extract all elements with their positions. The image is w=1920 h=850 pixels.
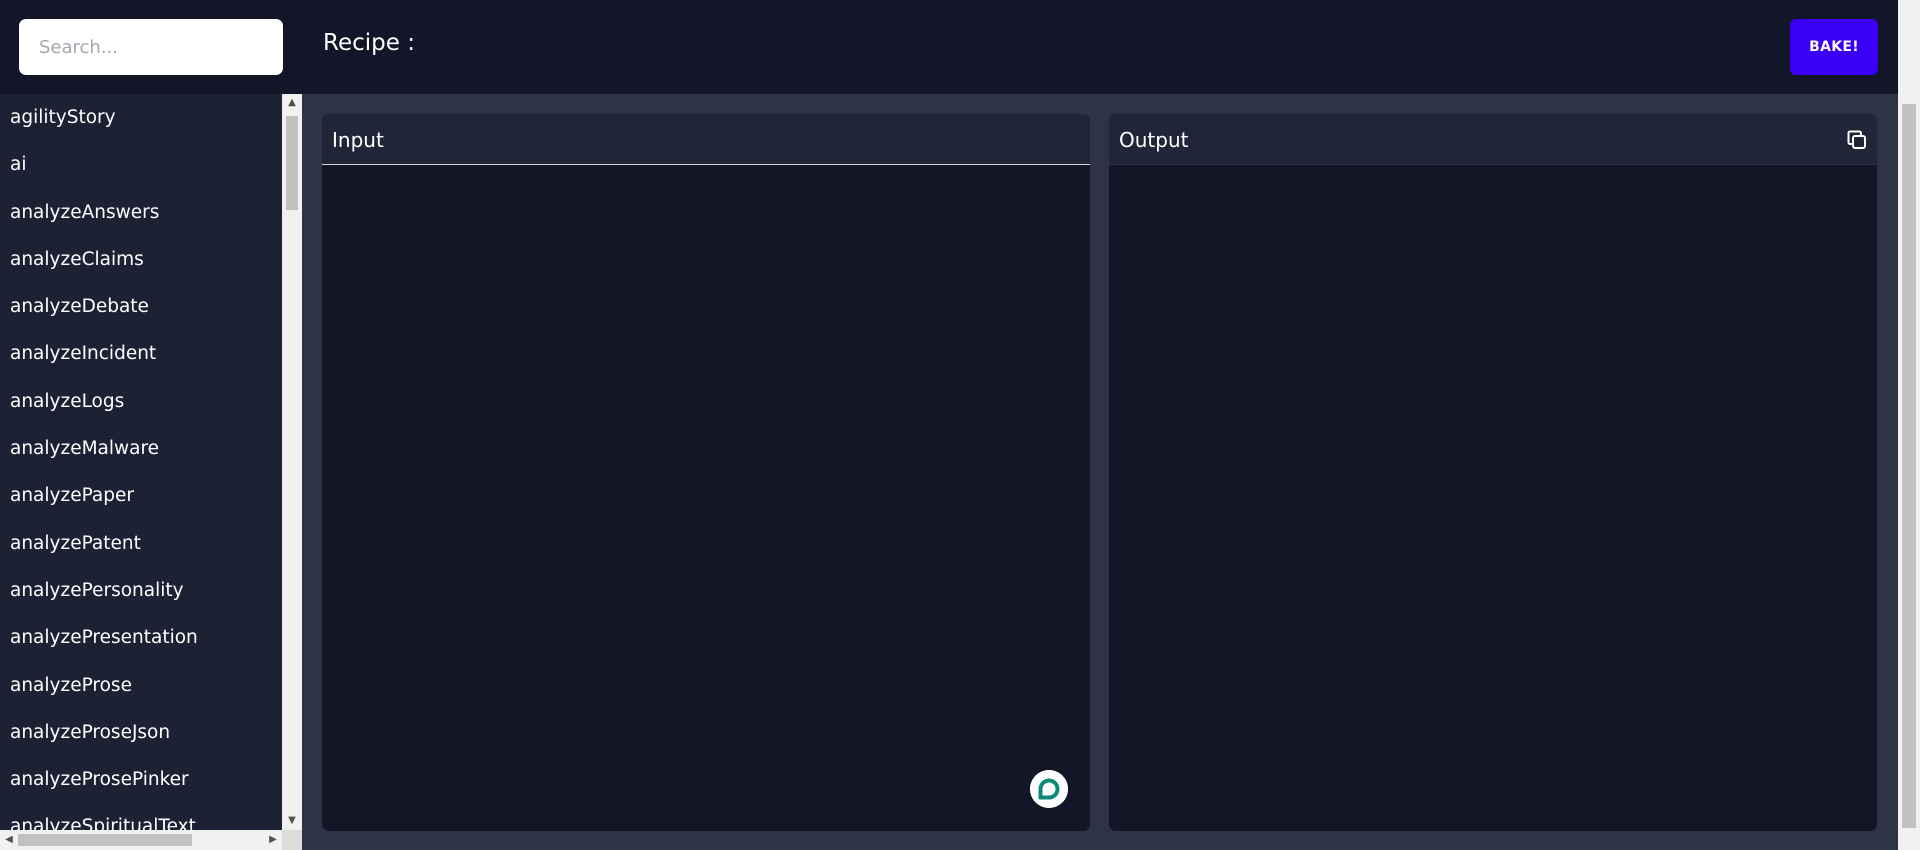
- scrollbar-thumb[interactable]: [1902, 104, 1916, 828]
- sidebar: agilityStoryaianalyzeAnswersanalyzeClaim…: [0, 0, 302, 850]
- sidebar-item[interactable]: analyzeIncident: [0, 330, 282, 377]
- sidebar-item[interactable]: analyzeLogs: [0, 378, 282, 425]
- sidebar-vertical-scrollbar[interactable]: ▲ ▼: [282, 94, 302, 830]
- sidebar-item[interactable]: analyzePatent: [0, 520, 282, 567]
- scrollbar-corner: [282, 830, 302, 850]
- sidebar-item[interactable]: analyzeAnswers: [0, 189, 282, 236]
- search-input[interactable]: [19, 19, 283, 75]
- input-textarea[interactable]: [322, 166, 1090, 831]
- app-root: agilityStoryaianalyzeAnswersanalyzeClaim…: [0, 0, 1920, 850]
- search-area: [0, 0, 302, 94]
- sidebar-item[interactable]: analyzeSpiritualText: [0, 803, 282, 830]
- sidebar-item[interactable]: analyzeProsePinker: [0, 756, 282, 803]
- chat-bubble-icon[interactable]: [1030, 770, 1068, 808]
- output-panel-body: [1109, 166, 1877, 831]
- sidebar-item[interactable]: analyzeProseJson: [0, 709, 282, 756]
- sidebar-item[interactable]: analyzePaper: [0, 472, 282, 519]
- scroll-up-arrow-icon[interactable]: ▲: [282, 94, 302, 112]
- copy-icon[interactable]: [1845, 128, 1869, 152]
- input-panel: Input: [322, 114, 1090, 831]
- sidebar-item[interactable]: analyzePresentation: [0, 614, 282, 661]
- sidebar-item[interactable]: analyzeClaims: [0, 236, 282, 283]
- scrollbar-thumb[interactable]: [18, 834, 192, 846]
- header-bar: Recipe : BAKE!: [302, 0, 1898, 94]
- sidebar-item[interactable]: analyzeProse: [0, 662, 282, 709]
- recipe-label: Recipe :: [323, 30, 415, 56]
- pattern-list: agilityStory ai analyzeAnswers analyzeClaim…: [0, 94, 282, 830]
- sidebar-horizontal-scrollbar[interactable]: ◀ ▶: [0, 830, 282, 850]
- scrollbar-thumb[interactable]: [286, 116, 298, 210]
- output-panel-header: Output: [1109, 114, 1877, 165]
- sidebar-item[interactable]: analyzePersonality: [0, 567, 282, 614]
- scroll-right-arrow-icon[interactable]: ▶: [264, 830, 282, 850]
- output-panel: Output: [1109, 114, 1877, 831]
- sidebar-item[interactable]: ai: [0, 141, 282, 188]
- sidebar-item[interactable]: analyzeMalware: [0, 425, 282, 472]
- sidebar-item[interactable]: agilityStory: [0, 94, 282, 141]
- bake-button[interactable]: BAKE!: [1790, 19, 1878, 75]
- scroll-down-arrow-icon[interactable]: ▼: [282, 812, 302, 830]
- input-panel-title: Input: [332, 128, 384, 152]
- sidebar-item[interactable]: analyzeDebate: [0, 283, 282, 330]
- scroll-left-arrow-icon[interactable]: ◀: [0, 830, 18, 850]
- input-panel-body: [322, 166, 1090, 831]
- input-panel-header: Input: [322, 114, 1090, 165]
- output-panel-title: Output: [1119, 128, 1189, 152]
- page-vertical-scrollbar[interactable]: [1898, 0, 1920, 850]
